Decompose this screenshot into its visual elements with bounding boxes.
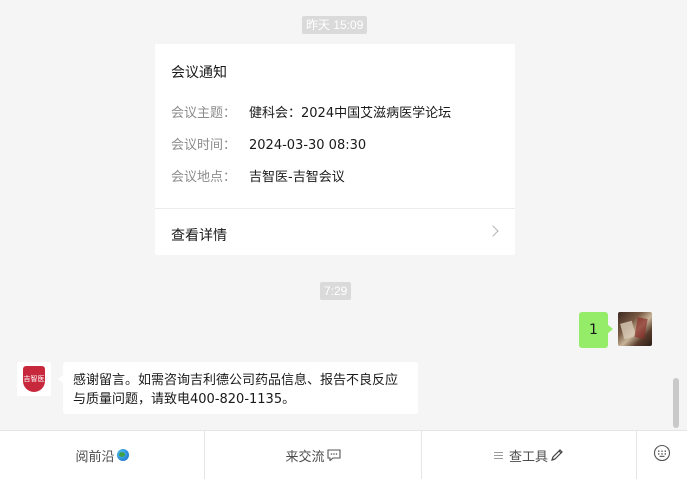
view-details-link[interactable]: 查看详情 — [171, 225, 227, 245]
menu-item-read-frontier[interactable]: 阅前沿 — [0, 431, 205, 479]
my-message-bubble[interactable]: 1 — [579, 312, 613, 348]
card-title: 会议通知 — [171, 65, 227, 81]
card-row-label: 会议时间： — [171, 138, 237, 153]
bot-message-bubble[interactable]: 感谢留言。如需咨询吉利德公司药品信息、报告不良反应与质量问题，请致电400-82… — [58, 362, 418, 414]
menu-item-tools[interactable]: 查工具 — [422, 431, 637, 479]
menu-item-label: 查工具 — [508, 449, 548, 465]
menu-item-label: 来交流 — [285, 449, 325, 465]
card-row-value: 健科会：2024中国艾滋病医学论坛 — [249, 106, 452, 121]
logo-text: 吉智医 — [23, 375, 45, 383]
official-account-menu: 阅前沿 来交流 查工具 — [0, 430, 687, 479]
menu-item-communicate[interactable]: 来交流 — [205, 431, 422, 479]
keyboard-toggle-icon — [653, 444, 671, 466]
card-row-label: 会议地点： — [171, 170, 237, 185]
avatar-image-detail — [634, 317, 648, 339]
meeting-notice-card[interactable]: 会议通知 会议主题： 健科会：2024中国艾滋病医学论坛 会议时间： 2024-03… — [155, 44, 515, 255]
my-avatar[interactable] — [618, 312, 652, 346]
card-row-value: 吉智医-吉智会议 — [249, 170, 345, 185]
card-row-value: 2024-03-30 08:30 — [249, 138, 367, 153]
timestamp-chip: 7:29 — [320, 282, 352, 300]
card-row-label: 会议主题： — [171, 106, 237, 121]
scrollbar-thumb[interactable] — [673, 378, 679, 428]
card-divider — [155, 208, 515, 209]
menu-item-label: 阅前沿 — [75, 449, 115, 465]
submenu-indicator-icon — [493, 451, 503, 459]
card-row-topic: 会议主题： 健科会：2024中国艾滋病医学论坛 — [171, 102, 451, 121]
timestamp-chip: 昨天 15:09 — [302, 16, 368, 34]
chat-bubble-icon — [326, 449, 341, 461]
logo-shield-icon: 吉智医 — [23, 366, 45, 392]
official-account-avatar[interactable]: 吉智医 — [17, 362, 51, 396]
globe-icon — [116, 449, 129, 461]
card-row-time: 会议时间： 2024-03-30 08:30 — [171, 134, 366, 153]
pencil-icon — [550, 448, 564, 462]
keyboard-toggle-button[interactable] — [637, 431, 687, 479]
chevron-right-icon — [487, 225, 499, 237]
card-row-location: 会议地点： 吉智医-吉智会议 — [171, 166, 345, 185]
chat-area[interactable]: 昨天 15:09 会议通知 会议主题： 健科会：2024中国艾滋病医学论坛 会议时… — [0, 0, 687, 430]
